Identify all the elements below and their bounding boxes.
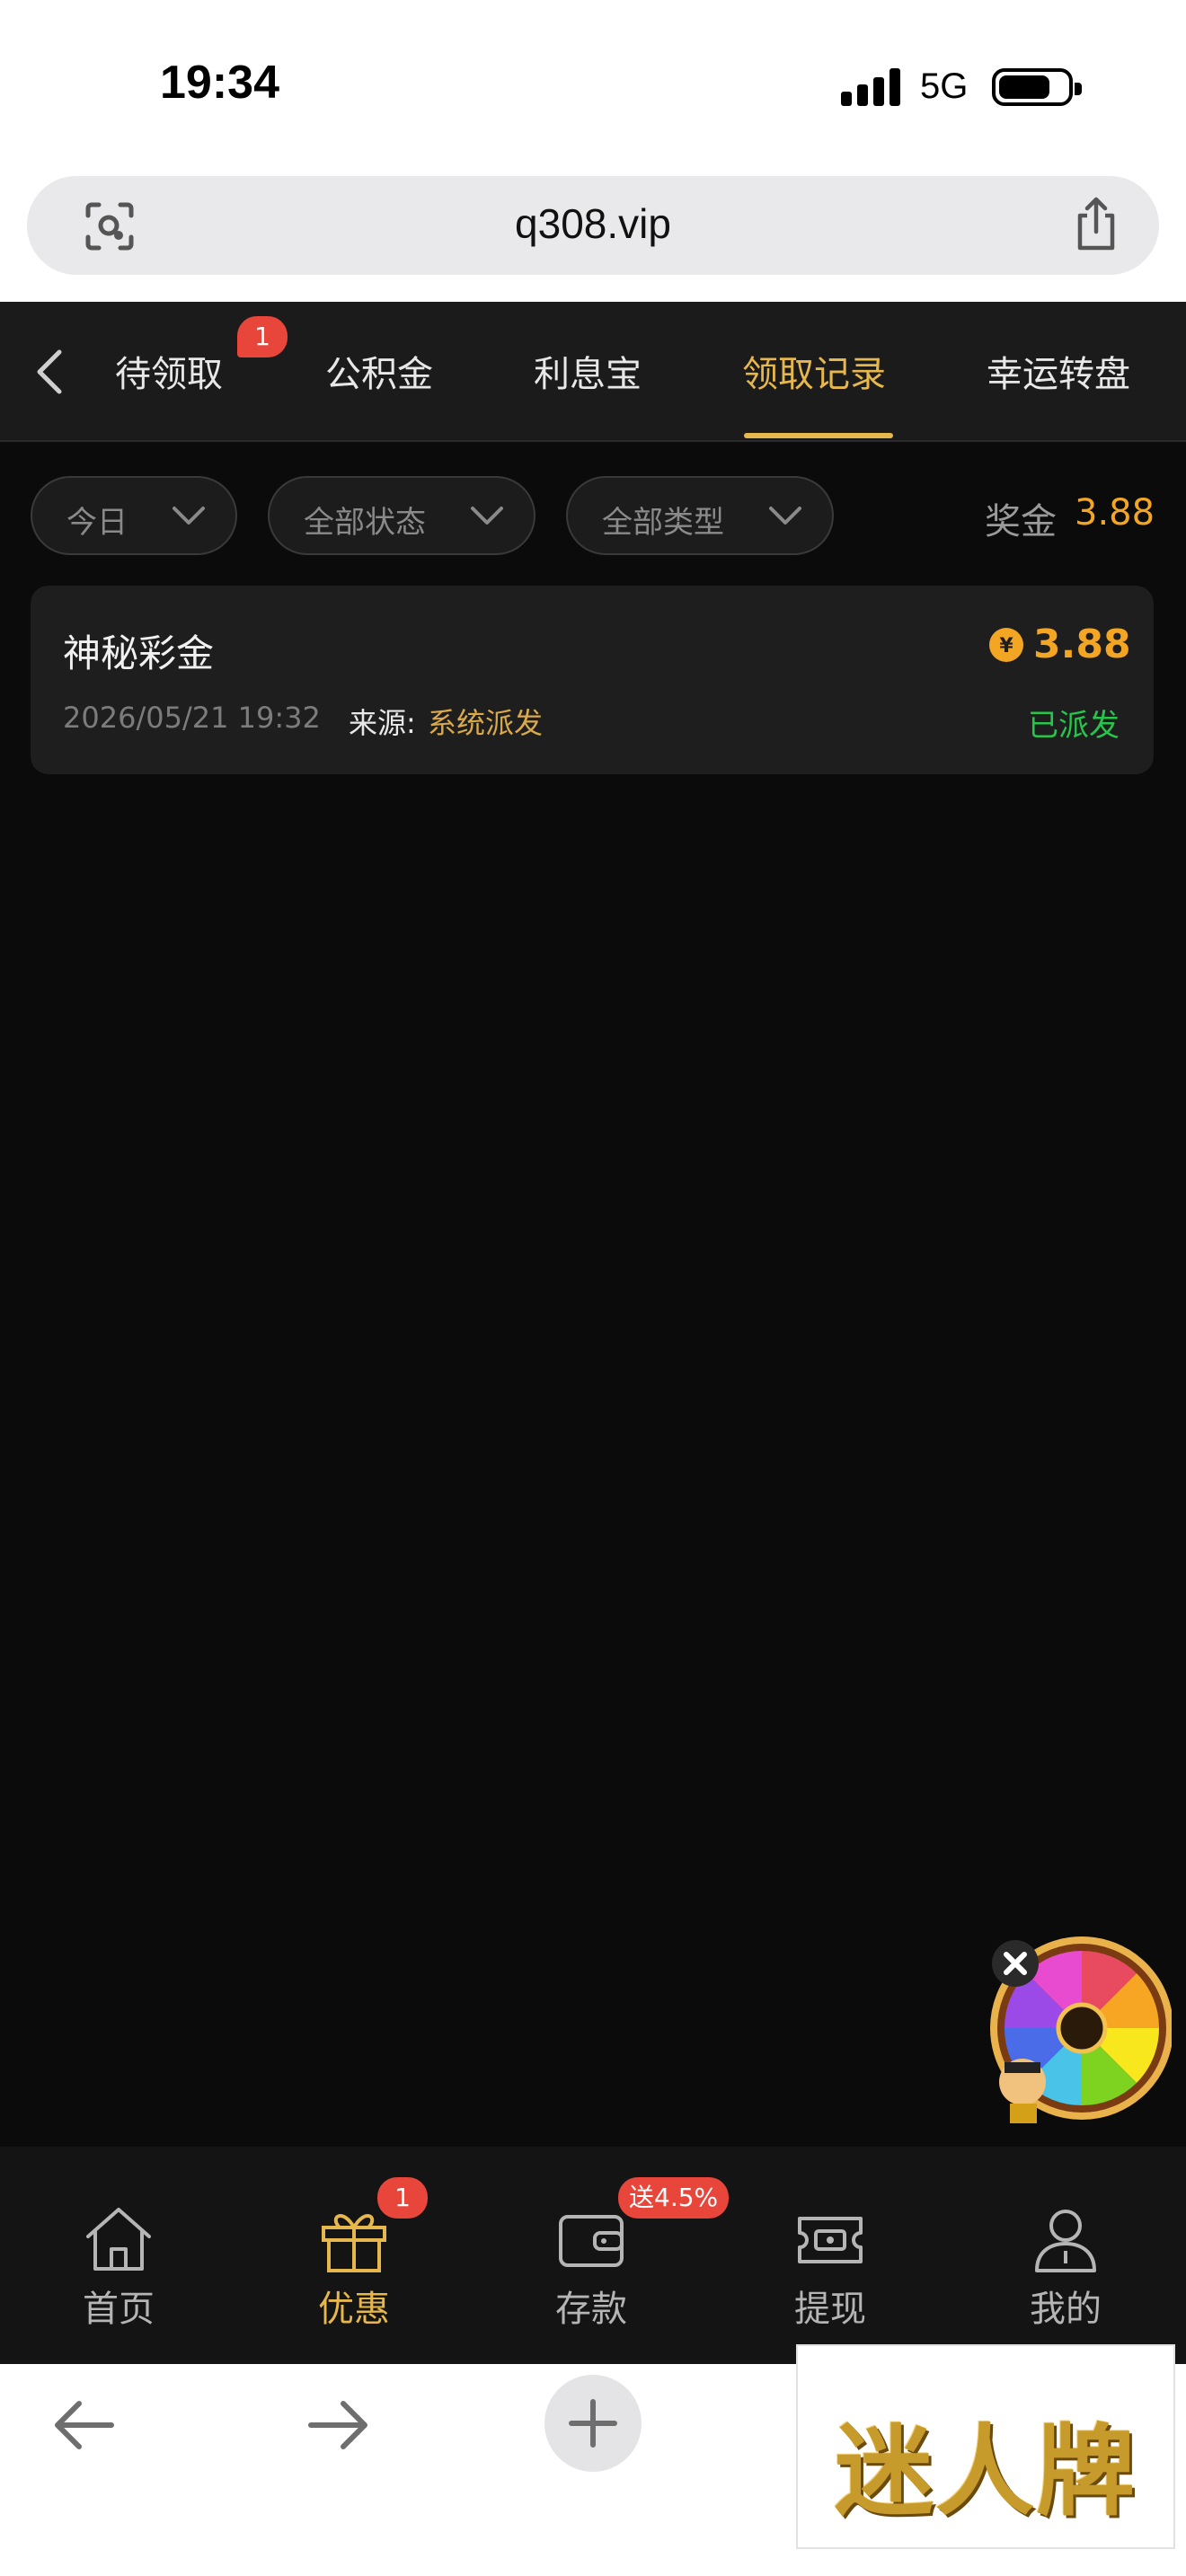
- record-status: 已派发: [1028, 708, 1120, 744]
- coin-symbol: ¥: [999, 635, 1013, 657]
- network-label: 5G: [920, 66, 969, 106]
- nav-promotions[interactable]: 优惠: [282, 2201, 426, 2332]
- nav-deposit[interactable]: 存款: [519, 2201, 663, 2332]
- address-bar[interactable]: q308.vip: [27, 176, 1159, 275]
- battery-icon: [992, 68, 1082, 106]
- ticket-icon: [798, 2217, 863, 2263]
- new-tab-button[interactable]: [544, 2375, 642, 2472]
- tab-pending[interactable]: 待领取: [115, 345, 223, 397]
- tab-pending-badge: 1: [237, 316, 288, 357]
- close-icon[interactable]: [992, 1940, 1039, 1987]
- active-tab-indicator: [744, 433, 893, 438]
- url-text[interactable]: q308.vip: [27, 199, 1159, 248]
- nav-promotions-label: 优惠: [318, 2289, 390, 2330]
- wallet-icon: [559, 2215, 624, 2267]
- type-filter[interactable]: 全部类型: [566, 476, 834, 555]
- plus-icon: [569, 2399, 617, 2448]
- nav-home-label: 首页: [83, 2289, 155, 2330]
- status-filter[interactable]: 全部状态: [268, 476, 535, 555]
- nav-promotions-badge: 1: [377, 2177, 428, 2219]
- status-time: 19:34: [160, 57, 279, 109]
- record-amount: 3.88: [1033, 622, 1131, 667]
- share-icon[interactable]: [1071, 196, 1121, 253]
- type-filter-label: 全部类型: [602, 505, 724, 541]
- nav-deposit-badge: 送4.5%: [618, 2177, 730, 2219]
- browser-back-icon[interactable]: [40, 2380, 129, 2470]
- user-icon: [1035, 2210, 1096, 2272]
- bonus-total-value: 3.88: [1075, 492, 1155, 534]
- home-icon: [86, 2208, 151, 2271]
- logo-text: 迷人牌: [835, 2413, 1137, 2529]
- date-filter-label: 今日: [66, 505, 128, 541]
- gift-icon: [322, 2214, 386, 2272]
- tab-provident-fund[interactable]: 公积金: [325, 345, 433, 397]
- tab-interest[interactable]: 利息宝: [534, 345, 642, 397]
- record-source-label: 来源:: [349, 706, 416, 740]
- browser-forward-icon[interactable]: [293, 2380, 383, 2470]
- nav-home[interactable]: 首页: [47, 2201, 190, 2332]
- nav-profile-label: 我的: [1030, 2289, 1102, 2330]
- chevron-down-icon: [471, 507, 503, 525]
- tab-bar: 待领取 公积金 利息宝 领取记录 幸运转盘: [0, 302, 1186, 442]
- watermark-logo: 迷人牌: [796, 2344, 1175, 2549]
- tab-lucky-wheel[interactable]: 幸运转盘: [987, 345, 1130, 397]
- page: 19:34 5G q308.vip 待领取 公积金 利息宝 领取记录 幸运转盘 …: [0, 0, 1186, 2576]
- tab-claim-records[interactable]: 领取记录: [742, 345, 886, 397]
- nav-deposit-label: 存款: [555, 2289, 627, 2330]
- record-source: 系统派发: [428, 706, 544, 740]
- date-filter[interactable]: 今日: [31, 476, 237, 555]
- bonus-total-label: 奖金: [985, 501, 1057, 543]
- status-filter-label: 全部状态: [304, 505, 426, 541]
- record-card[interactable]: 神秘彩金 ¥ 3.88 2026/05/21 19:32 来源: 系统派发 已派…: [31, 586, 1154, 774]
- coin-icon: ¥: [989, 628, 1023, 662]
- nav-withdraw-label: 提现: [794, 2289, 866, 2330]
- chevron-down-icon: [173, 507, 205, 525]
- nav-withdraw[interactable]: 提现: [758, 2201, 902, 2332]
- record-title: 神秘彩金: [63, 631, 215, 675]
- back-chevron-icon[interactable]: [32, 348, 68, 395]
- record-datetime: 2026/05/21 19:32: [63, 701, 321, 735]
- status-bar: 19:34 5G: [0, 0, 1186, 171]
- nav-profile[interactable]: 我的: [994, 2201, 1137, 2332]
- chevron-down-icon: [769, 507, 801, 525]
- signal-icon: [841, 68, 900, 106]
